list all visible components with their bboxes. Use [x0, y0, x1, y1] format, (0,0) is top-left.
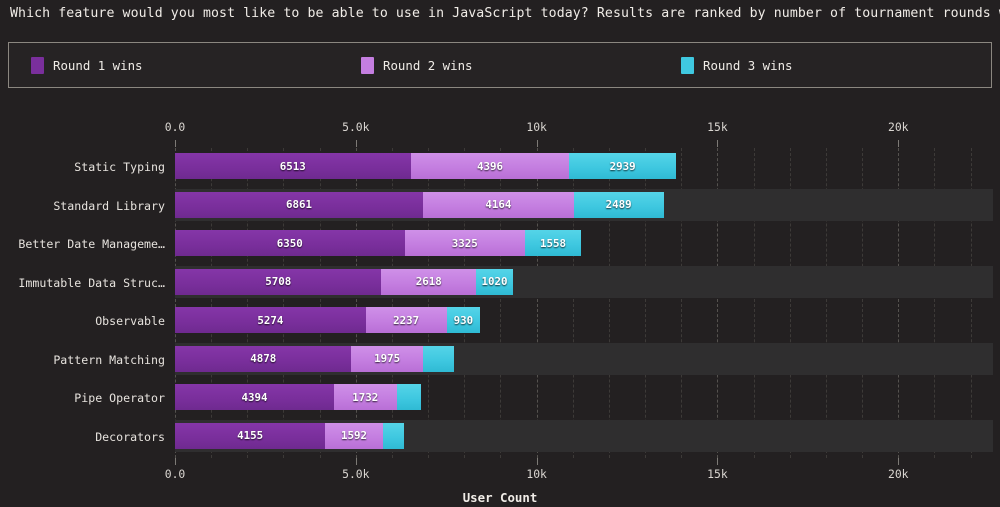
x-tick-top: [898, 140, 900, 147]
x-tick-label-top: 15k: [707, 120, 728, 134]
category-label: Observable: [95, 314, 165, 328]
bar-segment[interactable]: 1732: [333, 384, 397, 410]
category-label: Decorators: [95, 429, 165, 444]
x-tick-bottom: [898, 458, 900, 465]
bar-segment[interactable]: 3325: [404, 230, 525, 256]
bar-segment[interactable]: 2618: [381, 268, 477, 295]
x-tick-top: [355, 140, 357, 147]
bar-segment[interactable]: 4155: [175, 422, 326, 449]
bar-row[interactable]: 6513 4396 2939: [175, 153, 993, 179]
category-label: Pipe Operator: [74, 391, 165, 405]
category-label: Pattern Matching: [53, 352, 165, 367]
x-tick-label-bottom: 0.0: [164, 467, 186, 481]
x-tick-bottom: [717, 458, 719, 465]
category-label: Static Typing: [74, 160, 165, 174]
x-tick-bottom: [175, 458, 176, 465]
bar-row[interactable]: 4394 1732: [175, 384, 993, 410]
chart-page: Which feature would you most like to be …: [0, 0, 1000, 507]
legend-label: Round 2 wins: [383, 58, 473, 73]
bar-segment[interactable]: 4396: [410, 153, 570, 179]
bar-segment[interactable]: 4394: [175, 384, 334, 410]
bar-segment[interactable]: 2939: [569, 153, 676, 179]
bar-segment[interactable]: 1558: [524, 230, 582, 256]
x-tick-label-bottom: 10k: [526, 467, 547, 481]
x-tick-bottom: [536, 458, 538, 465]
x-tick-label-top: 20k: [887, 120, 909, 134]
legend-item-2[interactable]: Round 2 wins: [361, 57, 473, 74]
x-tick-top: [717, 140, 719, 147]
bar-segment[interactable]: [422, 345, 454, 372]
x-tick-label-top: 0.0: [164, 120, 186, 134]
legend-item-3[interactable]: Round 3 wins: [681, 57, 793, 74]
bar-segment[interactable]: [396, 384, 422, 410]
x-tick-top: [536, 140, 538, 147]
category-label: Standard Library: [53, 198, 165, 213]
bar-segment[interactable]: [382, 422, 404, 449]
bar-segment[interactable]: 2237: [365, 307, 447, 333]
x-tick-bottom: [355, 458, 357, 465]
bar-segment[interactable]: 1975: [351, 345, 423, 372]
bar-row[interactable]: 5274 2237 930: [175, 307, 993, 333]
bar-row[interactable]: 5708 2618 1020: [175, 268, 993, 295]
bar-row[interactable]: 6861 4164 2489: [175, 191, 993, 218]
x-tick-label-bottom: 15k: [707, 467, 728, 481]
bar-segment[interactable]: 5274: [175, 307, 366, 333]
bar-segment[interactable]: 5708: [175, 268, 382, 295]
plot-area: 6513 4396 2939 6861 4164 2489 6350 3325 1558 5708…: [175, 148, 993, 458]
chart-legend: Round 1 wins Round 2 wins Round 3 wins: [8, 42, 992, 88]
category-label: Immutable Data Struc…: [18, 275, 165, 290]
plot-container: 0.0 0.0 5.0k 5.0k 10k 10k 15k 15k 20k 20k Static T…: [0, 100, 1000, 505]
bar-segment[interactable]: 2489: [573, 191, 664, 218]
page-title: Which feature would you most like to be …: [10, 6, 1000, 21]
bar-row[interactable]: 4155 1592: [175, 422, 993, 449]
bar-segment[interactable]: 6861: [175, 191, 424, 218]
x-tick-label-bottom: 5.0k: [342, 467, 370, 481]
x-tick-label-top: 10k: [526, 120, 547, 134]
legend-swatch-icon: [361, 57, 374, 74]
bar-segment[interactable]: 4164: [423, 191, 574, 218]
legend-label: Round 3 wins: [703, 58, 793, 73]
bar-segment[interactable]: 1592: [325, 422, 383, 449]
bar-row[interactable]: 4878 1975: [175, 345, 993, 372]
x-axis-title: User Count: [462, 490, 538, 505]
legend-label: Round 1 wins: [53, 58, 143, 73]
bar-segment[interactable]: 4878: [175, 345, 352, 372]
bar-row[interactable]: 6350 3325 1558: [175, 230, 993, 256]
bar-segment[interactable]: 930: [446, 307, 481, 333]
bar-segment[interactable]: 6350: [175, 230, 405, 256]
category-label: Better Date Manageme…: [18, 237, 165, 251]
x-tick-label-bottom: 20k: [887, 467, 909, 481]
legend-swatch-icon: [31, 57, 44, 74]
x-tick-label-top: 5.0k: [342, 120, 370, 134]
legend-swatch-icon: [681, 57, 694, 74]
legend-item-1[interactable]: Round 1 wins: [31, 57, 143, 74]
bar-segment[interactable]: 1020: [476, 268, 513, 295]
x-tick-top: [175, 140, 176, 147]
bar-segment[interactable]: 6513: [175, 153, 411, 179]
